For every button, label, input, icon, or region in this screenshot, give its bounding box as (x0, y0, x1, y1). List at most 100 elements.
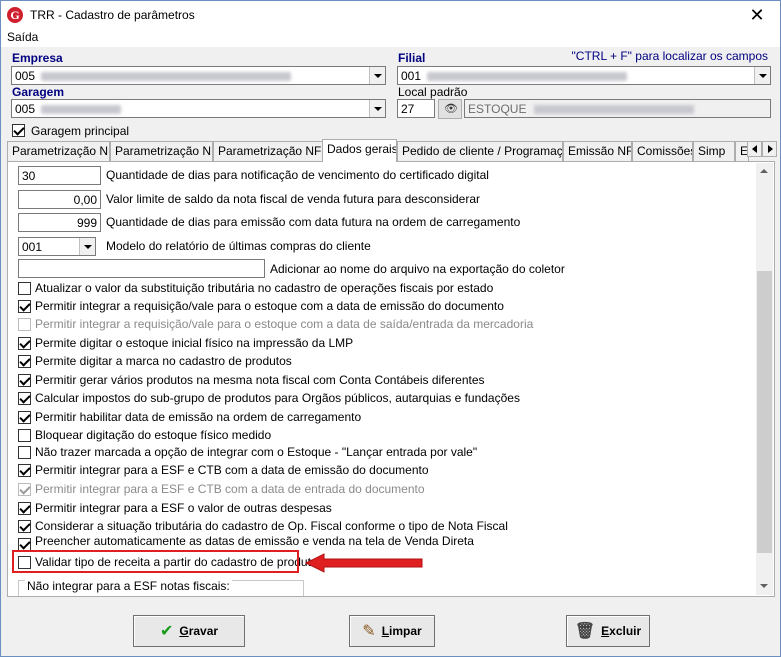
annotation-highlight-box (12, 550, 299, 573)
limpar-button[interactable]: ✎ Limpar (349, 615, 435, 647)
parameters-window: G TRR - Cadastro de parâmetros ✕ Saída E… (0, 0, 781, 657)
check-situacao-tributaria[interactable] (18, 520, 31, 533)
panel-scrollbar[interactable] (756, 163, 773, 595)
check-label: Bloquear digitação do estoque físico med… (35, 428, 272, 442)
scroll-up-icon[interactable] (756, 163, 773, 180)
check-bloquear-estoque[interactable] (18, 429, 31, 442)
check-label: Considerar a situação tributária do cada… (35, 519, 508, 533)
modelo-relatorio-select[interactable]: 001 (18, 237, 96, 256)
check-label: Calcular impostos do sub-grupo de produt… (35, 391, 520, 405)
menu-saida[interactable]: Saída (7, 30, 38, 44)
garagem-select[interactable]: 005 (11, 99, 386, 118)
dias-certificado-input[interactable]: 30 (18, 166, 101, 185)
check-nao-trazer-estoque[interactable] (18, 446, 31, 459)
checkmark-icon: ✔ (159, 623, 174, 640)
check-label: Permitir integrar para a ESF o valor de … (35, 501, 332, 515)
estoque-display: ESTOQUE (464, 99, 771, 118)
estoque-value: ESTOQUE (468, 102, 527, 116)
check-label: Permitir habilitar data de emissão na or… (35, 410, 362, 424)
excluir-button[interactable]: 🗑 Excluir (566, 615, 650, 647)
trash-icon: 🗑 (574, 623, 596, 640)
check-label: Permite digitar o estoque inicial físico… (35, 336, 354, 350)
close-button[interactable]: ✕ (734, 1, 780, 29)
garagem-label: Garagem (12, 85, 65, 99)
garagem-name-redacted (41, 105, 122, 115)
nome-arquivo-input[interactable] (18, 259, 265, 278)
chevron-down-icon[interactable] (369, 100, 385, 117)
check-estoque-lmp[interactable] (18, 337, 31, 350)
tab-dados-gerais[interactable]: Dados gerais (322, 139, 397, 162)
broom-icon: ✎ (362, 623, 376, 640)
check-esf-ctb-entrada (18, 483, 31, 496)
check-label: Permitir gerar vários produtos na mesma … (35, 373, 485, 387)
tab-comissoes[interactable]: Comissões (632, 141, 693, 161)
tab-strip: Parametrização NF Parametrização NF Para… (7, 139, 777, 162)
search-hint: "CTRL + F" para localizar os campos (571, 49, 768, 63)
chevron-down-icon[interactable] (369, 67, 385, 84)
annotation-arrow-icon (304, 553, 423, 573)
check-label: Atualizar o valor da substituição tribut… (35, 281, 494, 295)
nome-arquivo-label: Adicionar ao nome do arquivo na exportaç… (270, 262, 565, 276)
check-esf-outras-despesas[interactable] (18, 502, 31, 515)
tab-pedido-cliente[interactable]: Pedido de cliente / Programação (397, 141, 563, 161)
window-title: TRR - Cadastro de parâmetros (30, 8, 195, 22)
check-requisicao-emissao[interactable] (18, 300, 31, 313)
dados-gerais-panel: 30 Quantidade de dias para notificação d… (7, 161, 775, 597)
gravar-label: Gravar (179, 624, 219, 638)
valor-limite-label: Valor limite de saldo da nota fiscal de … (106, 192, 480, 206)
check-atualizar-st[interactable] (18, 282, 31, 295)
chevron-down-icon[interactable] (79, 238, 95, 255)
binoculars-icon: 👁 (444, 103, 458, 115)
empresa-select[interactable]: 005 (11, 66, 386, 85)
estoque-name-redacted (534, 105, 695, 115)
gravar-button[interactable]: ✔ Gravar (133, 615, 245, 647)
check-requisicao-saida (18, 318, 31, 331)
check-varios-produtos[interactable] (18, 374, 31, 387)
scroll-thumb[interactable] (757, 271, 772, 553)
app-logo-icon: G (7, 7, 23, 23)
check-label: Permitir integrar a requisição/vale para… (35, 299, 504, 313)
limpar-label: Limpar (381, 624, 422, 638)
excluir-label: Excluir (601, 624, 642, 638)
check-label: Permitir integrar para a ESF e CTB com a… (35, 482, 425, 496)
check-label: Permitir integrar a requisição/vale para… (35, 317, 534, 331)
local-lookup-button[interactable]: 👁 (438, 99, 462, 119)
garagem-principal-label: Garagem principal (31, 124, 130, 138)
tab-parametrizacao-nfe[interactable]: Parametrização NF-e (213, 141, 323, 161)
filial-select[interactable]: 001 (397, 66, 771, 85)
check-label: Permitir integrar para a ESF e CTB com a… (35, 463, 429, 477)
filial-value: 001 (401, 69, 422, 83)
tab-parametrizacao-nf-2[interactable]: Parametrização NF (110, 141, 213, 161)
scroll-down-icon[interactable] (756, 578, 773, 595)
check-label: Não trazer marcada a opção de integrar c… (35, 445, 478, 459)
empresa-name-redacted (41, 72, 292, 82)
tab-simp[interactable]: Simp (693, 141, 735, 161)
dias-certificado-label: Quantidade de dias para notificação de v… (106, 168, 489, 182)
check-marca-produtos[interactable] (18, 355, 31, 368)
group-legend: Não integrar para a ESF notas fiscais: (25, 579, 232, 593)
empresa-label: Empresa (12, 51, 63, 65)
local-padrao-label: Local padrão (398, 85, 468, 99)
filial-name-redacted (427, 72, 628, 82)
check-label: Permite digitar a marca no cadastro de p… (35, 354, 292, 368)
nao-integrar-esf-group: Não integrar para a ESF notas fiscais: (18, 579, 304, 596)
check-impostos-orgaos[interactable] (18, 392, 31, 405)
check-data-emissao-ordem[interactable] (18, 411, 31, 424)
local-padrao-input[interactable]: 27 (397, 99, 435, 118)
tab-scroll-right-icon[interactable] (762, 141, 777, 157)
check-label: Preencher automaticamente as datas de em… (35, 534, 474, 548)
tab-parametrizacao-nf-1[interactable]: Parametrização NF (7, 141, 110, 161)
valor-limite-input[interactable]: 0,00 (18, 190, 101, 209)
chevron-down-icon[interactable] (754, 67, 770, 84)
empresa-value: 005 (15, 69, 36, 83)
title-bar: G TRR - Cadastro de parâmetros ✕ (1, 1, 780, 29)
modelo-relatorio-label: Modelo do relatório de últimas compras d… (106, 239, 371, 253)
filial-label: Filial (398, 51, 426, 65)
modelo-relatorio-value: 001 (22, 240, 43, 254)
check-esf-ctb-emissao[interactable] (18, 464, 31, 477)
tab-emissao-nf[interactable]: Emissão NF (563, 141, 632, 161)
garagem-principal-checkbox[interactable] (12, 124, 25, 137)
dias-data-futura-input[interactable]: 999 (18, 213, 101, 232)
tab-scroll-left-icon[interactable] (747, 141, 762, 157)
dias-data-futura-label: Quantidade de dias para emissão com data… (106, 215, 521, 229)
